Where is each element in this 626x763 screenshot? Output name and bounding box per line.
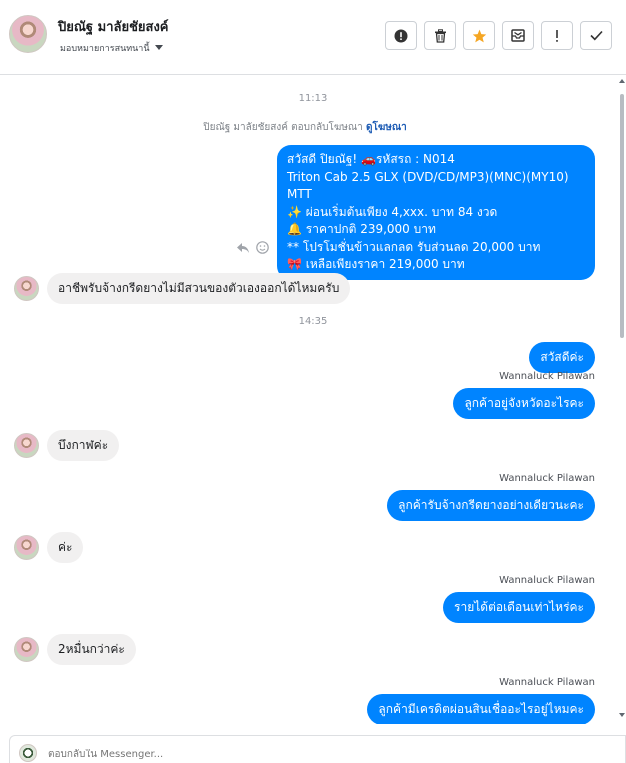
conversation-toolbar — [385, 21, 612, 50]
ad-line: ✨ ผ่อนเริ่มต้นเพียง 4,xxx. บาท 84 งวด — [287, 204, 498, 219]
outgoing-message[interactable]: ลูกค้าอยู่จังหวัดอะไรคะ — [453, 388, 595, 419]
reply-composer — [9, 735, 626, 763]
contact-avatar[interactable] — [9, 15, 47, 53]
delete-button[interactable] — [424, 21, 456, 50]
conversation-header: ปิยณัฐ มาลัยชัยสงค์ มอบหมายการสนทนานี้ — [0, 0, 626, 75]
sender-name: Wannaluck Pilawan — [499, 677, 595, 688]
incoming-message[interactable]: บึงกาฬค่ะ — [47, 430, 120, 461]
reply-icon[interactable] — [236, 242, 250, 254]
messenger-window: ปิยณัฐ มาลัยชัยสงค์ มอบหมายการสนทนานี้ 1… — [0, 0, 626, 763]
trash-icon — [434, 28, 446, 43]
mark-done-button[interactable] — [580, 21, 612, 50]
page-avatar — [19, 744, 37, 762]
mark-important-button[interactable] — [541, 21, 573, 50]
ad-line: 🎀 เหลือเพียงราคา 219,000 บาท — [287, 257, 465, 271]
timestamp: 11:13 — [298, 93, 328, 104]
incoming-message[interactable]: ค่ะ — [47, 532, 84, 563]
check-icon — [589, 30, 603, 41]
star-button[interactable] — [463, 21, 495, 50]
view-ad-link[interactable]: ดูโฆษณา — [366, 122, 407, 133]
contact-avatar-small[interactable] — [14, 535, 39, 560]
scrollbar-thumb[interactable] — [620, 94, 624, 338]
sender-name: Wannaluck Pilawan — [499, 473, 595, 484]
ad-message-bubble[interactable]: สวัสดี ปิยณัฐ! 🚗รหัสรถ : N014 Triton Cab… — [277, 145, 595, 280]
ad-reply-text: ปิยณัฐ มาลัยชัยสงค์ ตอบกลับโฆษณา — [203, 122, 363, 133]
scroll-up-arrow-icon[interactable] — [619, 79, 625, 83]
sender-name: Wannaluck Pilawan — [499, 371, 595, 382]
scroll-down-arrow-icon[interactable] — [619, 713, 625, 717]
contact-avatar-small[interactable] — [14, 276, 39, 301]
alert-circle-icon — [394, 29, 408, 42]
archive-button[interactable] — [502, 21, 534, 50]
thread-scrollbar[interactable] — [618, 76, 626, 724]
message-actions — [236, 241, 269, 254]
outgoing-message[interactable]: รายได้ต่อเดือนเท่าไหร่คะ — [443, 592, 595, 623]
outgoing-message[interactable]: ลูกค้ารับจ้างกรีดยางอย่างเดียวนะคะ — [387, 490, 595, 521]
incoming-message[interactable]: อาชีพรับจ้างกรีดยางไม่มีสวนของตัวเองออกไ… — [47, 273, 351, 304]
contact-avatar-small[interactable] — [14, 637, 39, 662]
reply-input[interactable] — [48, 749, 448, 760]
assign-conversation-dropdown[interactable]: มอบหมายการสนทนานี้ — [60, 41, 163, 55]
contact-name[interactable]: ปิยณัฐ มาลัยชัยสงค์ — [58, 16, 169, 37]
ad-line: 🔔 ราคาปกติ 239,000 บาท — [287, 222, 436, 236]
outgoing-message[interactable]: สวัสดีค่ะ — [529, 342, 595, 373]
assign-label: มอบหมายการสนทนานี้ — [60, 44, 150, 54]
message-thread[interactable]: 11:13 ปิยณัฐ มาลัยชัยสงค์ ตอบกลับโฆษณา ด… — [0, 76, 618, 724]
archive-icon — [511, 29, 525, 42]
star-icon — [472, 29, 486, 42]
outgoing-message[interactable]: ลูกค้ามีเครดิตผ่อนสินเชื่ออะไรอยู่ไหมคะ — [367, 694, 595, 724]
ad-reply-notice: ปิยณัฐ มาลัยชัยสงค์ ตอบกลับโฆษณา ดูโฆษณา — [0, 120, 610, 135]
exclamation-icon — [556, 29, 558, 42]
emoji-react-icon[interactable] — [256, 241, 269, 254]
contact-avatar-small[interactable] — [14, 433, 39, 458]
ad-line: ** โปรโมชั่นข้าวแลกลด รับส่วนลด 20,000 บ… — [287, 239, 541, 254]
incoming-message[interactable]: 2หมื่นกว่าค่ะ — [47, 634, 136, 665]
timestamp: 14:35 — [298, 316, 328, 327]
caret-down-icon — [154, 45, 163, 50]
spam-alert-button[interactable] — [385, 21, 417, 50]
ad-line: สวัสดี ปิยณัฐ! 🚗รหัสรถ : N014 — [287, 152, 455, 166]
ad-line: Triton Cab 2.5 GLX (DVD/CD/MP3)(MNC)(MY1… — [287, 169, 569, 202]
sender-name: Wannaluck Pilawan — [499, 575, 595, 586]
